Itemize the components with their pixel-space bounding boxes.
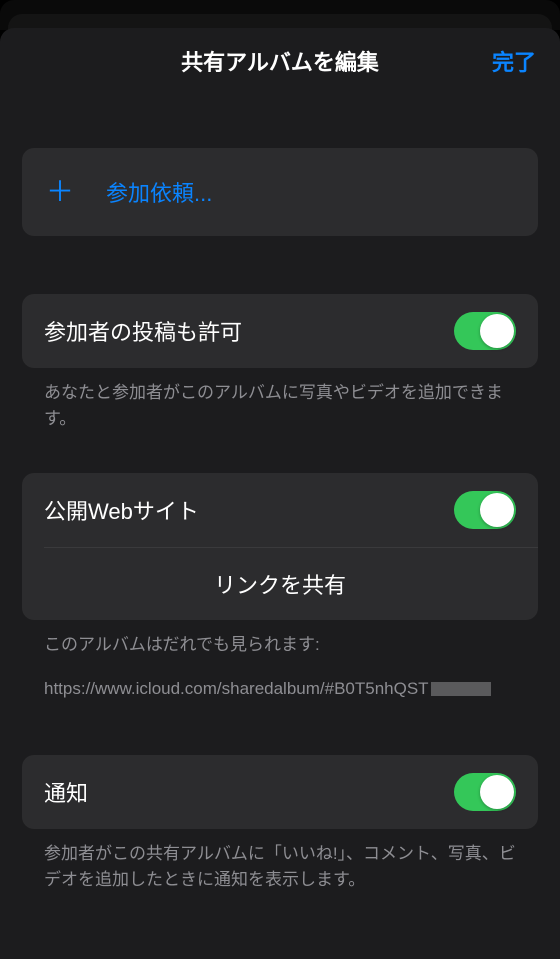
- url-visible-part: https://www.icloud.com/sharedalbum/#B0T5…: [44, 679, 429, 698]
- public-website-section: 公開Webサイト リンクを共有: [22, 473, 538, 620]
- public-website-row: 公開Webサイト: [22, 473, 538, 547]
- share-link-button[interactable]: リンクを共有: [22, 548, 538, 620]
- invite-label: 参加依頼...: [106, 176, 212, 208]
- plus-icon: ＋: [46, 178, 94, 206]
- page-title: 共有アルバムを編集: [181, 45, 379, 77]
- notifications-section: 通知: [22, 755, 538, 829]
- notifications-footer: 参加者がこの共有アルバムに「いいね!」、コメント、写真、ビデオを追加したときに通…: [22, 829, 538, 892]
- subscriber-posting-section: 参加者の投稿も許可: [22, 294, 538, 368]
- url-redacted-part: [431, 682, 491, 696]
- edit-sheet: 共有アルバムを編集 完了 ＋ 参加依頼... 参加者の投稿も許可 あなたと参加者…: [0, 28, 560, 959]
- toggle-knob: [480, 775, 514, 809]
- share-link-label: リンクを共有: [214, 568, 346, 600]
- done-button[interactable]: 完了: [492, 45, 536, 77]
- subscriber-posting-footer: あなたと参加者がこのアルバムに写真やビデオを追加できます。: [22, 368, 538, 431]
- subscriber-posting-toggle[interactable]: [454, 312, 516, 350]
- public-website-toggle[interactable]: [454, 491, 516, 529]
- subscriber-posting-label: 参加者の投稿も許可: [44, 315, 242, 347]
- public-website-footer: このアルバムはだれでも見られます:: [22, 620, 538, 658]
- subscriber-posting-row: 参加者の投稿も許可: [22, 294, 538, 368]
- invite-people-button[interactable]: ＋ 参加依頼...: [22, 148, 538, 236]
- public-website-label: 公開Webサイト: [44, 494, 199, 526]
- notifications-toggle[interactable]: [454, 773, 516, 811]
- notifications-label: 通知: [44, 776, 88, 808]
- toggle-knob: [480, 314, 514, 348]
- public-website-url: https://www.icloud.com/sharedalbum/#B0T5…: [22, 658, 538, 702]
- toggle-knob: [480, 493, 514, 527]
- sheet-content: ＋ 参加依頼... 参加者の投稿も許可 あなたと参加者がこのアルバムに写真やビデ…: [0, 148, 560, 892]
- notifications-row: 通知: [22, 755, 538, 829]
- invite-section: ＋ 参加依頼...: [22, 148, 538, 236]
- sheet-header: 共有アルバムを編集 完了: [0, 28, 560, 93]
